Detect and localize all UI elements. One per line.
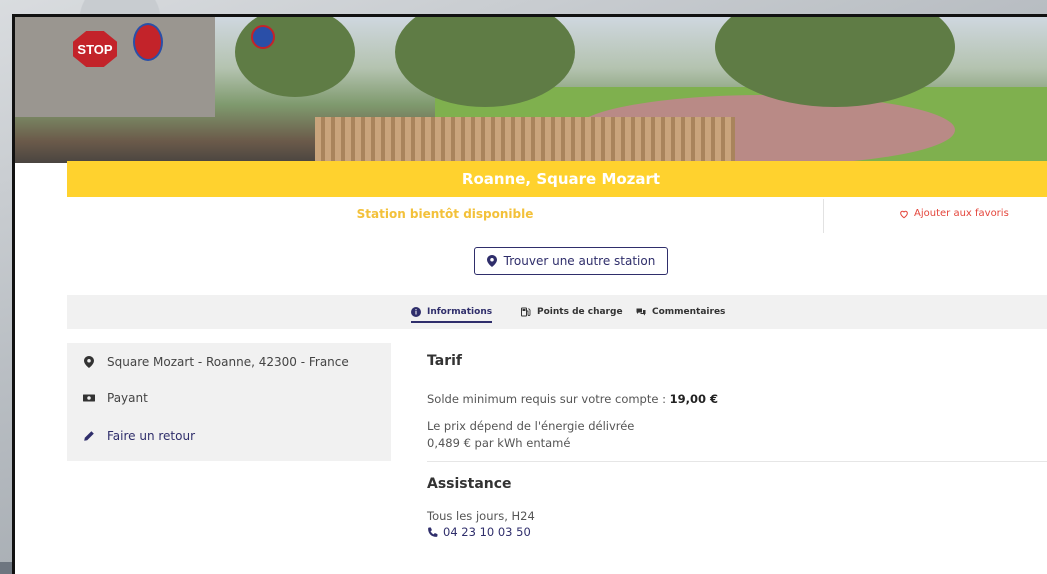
tarif-heading: Tarif — [427, 353, 462, 369]
tab-points-de-charge-label: Points de charge — [537, 307, 623, 317]
pencil-icon — [84, 431, 94, 441]
station-info-sidebar: Square Mozart - Roanne, 42300 - France P… — [67, 343, 391, 461]
status-row: Station bientôt disponible Ajouter aux f… — [67, 197, 1047, 235]
phone-icon — [428, 527, 438, 537]
map-marker-icon — [84, 356, 94, 368]
address-text: Square Mozart - Roanne, 42300 - France — [107, 355, 349, 369]
comments-icon — [636, 308, 646, 316]
station-title: Roanne, Square Mozart — [67, 161, 1047, 197]
price-line-1: Le prix dépend de l'énergie délivrée — [427, 419, 635, 433]
feedback-link[interactable]: Faire un retour — [83, 429, 195, 443]
money-bill-icon — [83, 394, 95, 402]
tab-commentaires[interactable]: Commentaires — [636, 295, 725, 329]
assistance-phone: 04 23 10 03 50 — [443, 525, 531, 539]
add-favorite-button[interactable]: Ajouter aux favoris — [899, 208, 1009, 219]
heart-icon — [900, 210, 908, 218]
station-photo: STOP — [15, 17, 1047, 163]
tab-informations-label: Informations — [427, 307, 493, 317]
tabs-bar: Informations Points de charge Commentair… — [67, 295, 1047, 329]
min-balance-label: Solde minimum requis sur votre compte : — [427, 392, 670, 406]
min-balance-line: Solde minimum requis sur votre compte : … — [427, 391, 1047, 408]
payment-text: Payant — [107, 391, 148, 405]
assistance-hours: Tous les jours, H24 — [427, 509, 535, 523]
min-balance-value: 19,00 € — [669, 392, 719, 406]
add-favorite-label: Ajouter aux favoris — [914, 208, 1009, 219]
station-panel: STOP Roanne, Square Mozart Station bient… — [12, 14, 1047, 574]
feedback-text: Faire un retour — [107, 429, 196, 443]
price-line-2: 0,489 € par kWh entamé — [427, 436, 571, 450]
tab-informations[interactable]: Informations — [411, 295, 493, 329]
tab-points-de-charge[interactable]: Points de charge — [521, 295, 623, 329]
find-other-station-button[interactable]: Trouver une autre station — [474, 247, 668, 275]
map-marker-icon — [486, 255, 497, 267]
divider — [823, 199, 824, 233]
info-icon — [411, 307, 421, 317]
payment-item: Payant — [83, 391, 148, 405]
assistance-heading: Assistance — [427, 476, 512, 492]
station-status: Station bientôt disponible — [356, 207, 534, 221]
address-item: Square Mozart - Roanne, 42300 - France — [83, 355, 349, 369]
find-other-station-label: Trouver une autre station — [503, 254, 656, 268]
assistance-phone-link[interactable]: 04 23 10 03 50 — [427, 525, 1047, 539]
tab-commentaires-label: Commentaires — [652, 307, 726, 317]
station-details: Tarif Solde minimum requis sur votre com… — [427, 353, 1047, 539]
charging-station-icon — [521, 307, 531, 317]
